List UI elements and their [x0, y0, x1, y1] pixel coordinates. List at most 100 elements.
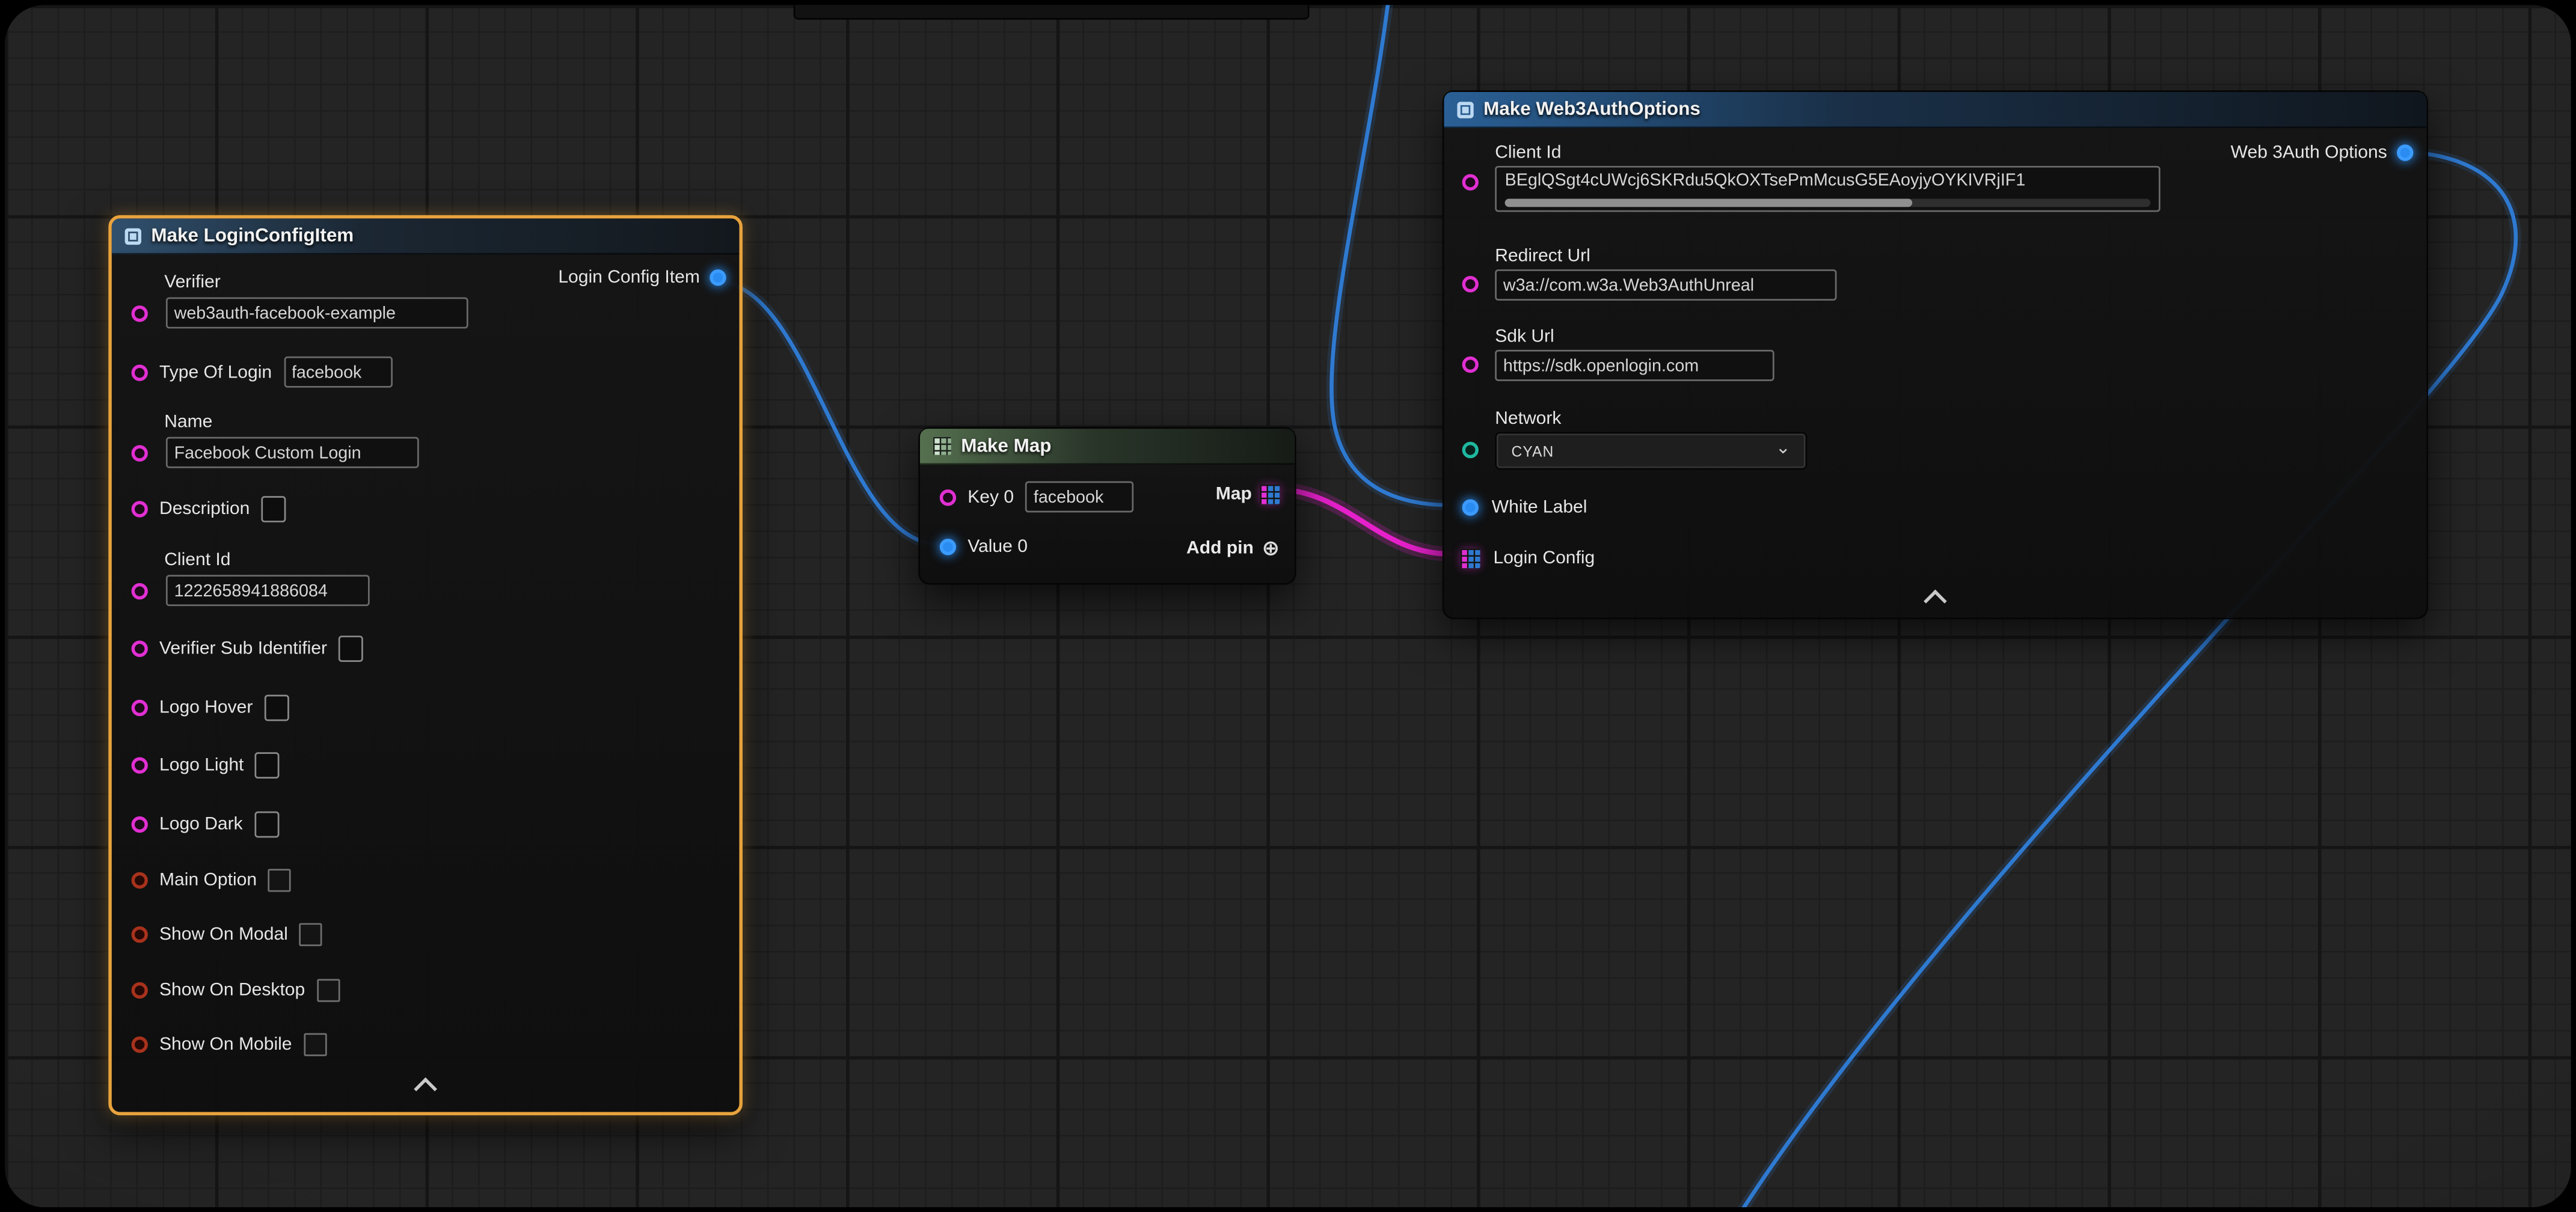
pin-row: Logo Light — [132, 752, 280, 779]
blueprint-editor: Make LoginConfigItem Login Config Item V… — [0, 0, 2576, 1212]
string-pin[interactable] — [132, 583, 148, 599]
string-pin[interactable] — [132, 816, 148, 833]
pin-row: Show On Modal — [132, 923, 323, 946]
client-id-input[interactable] — [166, 575, 370, 606]
logo-hover-input[interactable] — [265, 695, 289, 721]
logo-light-input[interactable] — [256, 752, 280, 779]
string-pin[interactable] — [1462, 276, 1479, 292]
scrollbar-thumb[interactable] — [1505, 199, 1912, 207]
pin-label: Name — [164, 412, 212, 432]
type-of-login-input[interactable] — [283, 357, 391, 388]
pin-row — [132, 437, 419, 468]
make-struct-icon — [1457, 101, 1473, 117]
string-pin[interactable] — [1462, 174, 1479, 191]
string-pin[interactable] — [1462, 357, 1479, 373]
redirect-url-input[interactable] — [1495, 269, 1836, 301]
wire-top-to-whitelabel[interactable] — [1331, 5, 1444, 505]
enum-pin[interactable] — [1462, 442, 1479, 458]
pin-row: Value 0 — [940, 537, 1028, 557]
node-make-loginconfigitem[interactable]: Make LoginConfigItem Login Config Item V… — [108, 215, 743, 1115]
wire-glow — [716, 282, 939, 544]
show-on-desktop-checkbox[interactable] — [316, 979, 339, 1002]
verifier-sub-identifier-input[interactable] — [339, 635, 363, 662]
name-input[interactable] — [166, 437, 419, 468]
pin-label: Network — [1495, 409, 1561, 429]
pin-label: White Label — [1492, 498, 1587, 518]
collapse-node-button[interactable] — [404, 1076, 447, 1096]
client-id-field[interactable]: BEglQSgt4cUWcj6SKRdu5QkOXTsePmMcusG5EAoy… — [1495, 166, 2160, 212]
client-id-value: BEglQSgt4cUWcj6SKRdu5QkOXTsePmMcusG5EAoy… — [1505, 171, 2151, 195]
circled-plus-icon: ⊕ — [1262, 537, 1280, 559]
offscreen-node-edge[interactable] — [794, 5, 1310, 20]
string-pin[interactable] — [940, 489, 956, 505]
node-header[interactable]: Make Map — [920, 429, 1295, 465]
key0-input[interactable] — [1025, 482, 1133, 513]
pin-label: Show On Desktop — [159, 981, 305, 1000]
pin-row — [1495, 350, 1774, 381]
make-struct-icon — [125, 227, 141, 243]
show-on-modal-checkbox[interactable] — [299, 923, 322, 946]
string-pin[interactable] — [132, 305, 148, 321]
pin-label: Main Option — [159, 871, 257, 890]
node-make-web3authoptions[interactable]: Make Web3AuthOptions Web 3Auth Options C… — [1443, 90, 2428, 619]
sdk-url-input[interactable] — [1495, 350, 1774, 381]
pin-row: Logo Hover — [132, 695, 289, 721]
horizontal-scrollbar[interactable] — [1505, 199, 2151, 207]
wire-glow — [1331, 5, 1444, 505]
pin-label: Sdk Url — [1495, 327, 1554, 347]
string-pin[interactable] — [132, 501, 148, 517]
pin-label: Type Of Login — [159, 362, 272, 382]
make-map-icon — [933, 437, 951, 455]
node-make-map[interactable]: Make Map Key 0 Map Value 0 Add pin ⊕ — [918, 427, 1296, 584]
add-pin-row: Add pin ⊕ — [1186, 537, 1280, 559]
output-pin-row: Login Config Item — [558, 268, 726, 287]
network-dropdown[interactable]: CYAN ⌄ — [1495, 432, 1807, 470]
white-label-pin[interactable] — [1462, 500, 1479, 516]
pin-label: Logo Light — [159, 756, 244, 776]
output-pin-label: Web 3Auth Options — [2231, 143, 2387, 163]
pin-row: Key 0 — [940, 482, 1134, 513]
pin-label: Key 0 — [968, 487, 1014, 507]
pin-label: Redirect Url — [1495, 246, 1590, 266]
web3auth-options-output-pin[interactable] — [2397, 144, 2413, 161]
graph-canvas[interactable]: Make LoginConfigItem Login Config Item V… — [5, 5, 2571, 1207]
map-output-label: Map — [1216, 485, 1252, 504]
string-pin[interactable] — [132, 700, 148, 716]
chevron-up-icon — [414, 1077, 437, 1101]
pin-label: Client Id — [1495, 143, 1561, 163]
pin-label: Logo Hover — [159, 698, 253, 718]
wire-map-to-loginconfig[interactable] — [1270, 489, 1451, 554]
login-config-pin[interactable] — [1461, 549, 1480, 569]
verifier-input[interactable] — [166, 298, 468, 329]
node-title: Make Map — [961, 436, 1051, 456]
value0-pin[interactable] — [940, 539, 956, 555]
pin-row: Show On Desktop — [132, 979, 340, 1002]
bool-pin[interactable] — [132, 1036, 148, 1053]
string-pin[interactable] — [132, 757, 148, 773]
add-pin-label: Add pin — [1186, 538, 1254, 558]
string-pin[interactable] — [132, 444, 148, 461]
bool-pin[interactable] — [132, 982, 148, 999]
bool-pin[interactable] — [132, 872, 148, 889]
collapse-node-button[interactable] — [1914, 588, 1957, 608]
logo-dark-input[interactable] — [254, 812, 279, 838]
chevron-up-icon — [1924, 590, 1947, 613]
description-input[interactable] — [261, 496, 286, 522]
pin-row — [132, 298, 468, 329]
main-option-checkbox[interactable] — [268, 869, 291, 892]
node-header[interactable]: Make LoginConfigItem — [112, 218, 740, 254]
show-on-mobile-checkbox[interactable] — [304, 1033, 327, 1056]
pin-label: Verifier Sub Identifier — [159, 639, 327, 659]
pin-row: Main Option — [132, 869, 292, 892]
pin-label: Verifier — [164, 273, 221, 293]
bool-pin[interactable] — [132, 926, 148, 943]
wire-loginconfigitem-to-value0[interactable] — [716, 282, 939, 544]
add-pin-button[interactable]: Add pin ⊕ — [1186, 537, 1280, 559]
login-config-item-output-pin[interactable] — [710, 269, 726, 286]
string-pin[interactable] — [132, 641, 148, 657]
string-pin[interactable] — [132, 364, 148, 380]
pin-row — [1495, 269, 1836, 301]
map-output-pin[interactable] — [1260, 485, 1280, 504]
network-selected-value: CYAN — [1512, 442, 1554, 459]
node-header[interactable]: Make Web3AuthOptions — [1444, 92, 2427, 128]
